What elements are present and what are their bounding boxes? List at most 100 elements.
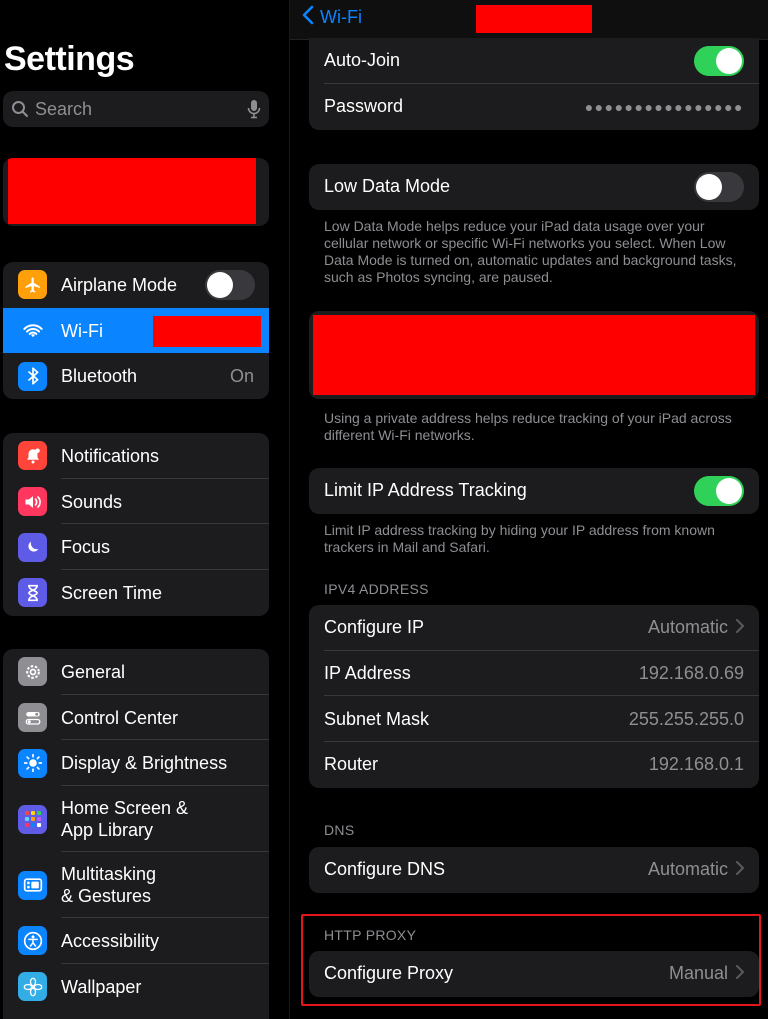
- sidebar-item-accessibility[interactable]: Accessibility: [3, 918, 269, 964]
- configure-dns-label: Configure DNS: [324, 859, 446, 880]
- chevron-right-icon: [736, 859, 745, 880]
- sidebar-item-label: General: [61, 661, 126, 682]
- limit-ip-toggle[interactable]: [694, 475, 744, 506]
- password-label: Password: [324, 96, 404, 117]
- toggle-knob: [716, 47, 742, 74]
- hourglass-icon: [18, 578, 47, 608]
- limit-ip-footnote: Limit IP address tracking by hiding your…: [324, 522, 715, 555]
- ip-address-row: IP Address 192.168.0.69: [309, 651, 759, 697]
- sidebar-item-label: Airplane Mode: [61, 274, 178, 295]
- router-value: 192.168.0.1: [648, 754, 744, 775]
- ipv4-card: Configure IP Automatic IP Address 192.16…: [309, 605, 759, 788]
- sidebar-item-label: Screen Time: [61, 582, 163, 603]
- sidebar-item-wifi[interactable]: Wi-Fi: [3, 307, 269, 354]
- sidebar: Settings Search Airplane Mode Wi-Fi Blue…: [0, 0, 288, 1019]
- sidebar-item-wallpaper[interactable]: Wallpaper: [3, 964, 269, 1010]
- low-data-row: Low Data Mode: [309, 164, 759, 210]
- proxy-highlight-box: [301, 914, 761, 1006]
- ip-address-value: 192.168.0.69: [638, 663, 744, 684]
- bluetooth-icon: [18, 361, 47, 391]
- sidebar-item-display-brightness[interactable]: Display & Brightness: [3, 740, 269, 787]
- label-line-1: Multitasking: [61, 864, 157, 885]
- sidebar-item-home-screen[interactable]: Home Screen & App Library: [3, 786, 269, 853]
- configure-dns-value: Automatic: [647, 859, 728, 880]
- router-row: Router 192.168.0.1: [309, 742, 759, 788]
- airplane-icon: [18, 270, 47, 300]
- accessibility-icon: [18, 926, 47, 956]
- apple-id-card[interactable]: [3, 158, 269, 226]
- airplane-mode-toggle[interactable]: [205, 269, 255, 300]
- low-data-footnote: Low Data Mode helps reduce your iPad dat…: [324, 218, 737, 285]
- ipv4-header: IPV4 ADDRESS: [324, 581, 429, 597]
- sidebar-item-label: Display & Brightness: [61, 753, 228, 774]
- app-grid-icon: [18, 804, 47, 834]
- password-dots: ●●●●●●●●●●●●●●●●: [584, 98, 744, 115]
- multitask-icon: [18, 870, 47, 900]
- private-address-card[interactable]: [309, 311, 759, 399]
- wifi-detail-pane: Wi-Fi Auto-Join Password ●●●●●●●●●●●●●●●…: [289, 0, 768, 1019]
- sidebar-item-sounds[interactable]: Sounds: [3, 479, 269, 525]
- auto-join-toggle[interactable]: [694, 45, 744, 76]
- chevron-right-icon: [736, 617, 745, 638]
- configure-dns-row[interactable]: Configure DNS Automatic: [309, 847, 759, 893]
- bell-icon: [18, 441, 47, 471]
- subnet-mask-label: Subnet Mask: [324, 708, 430, 729]
- redacted-private-address: [313, 315, 755, 395]
- password-row[interactable]: Password ●●●●●●●●●●●●●●●●: [309, 84, 759, 130]
- connectivity-group: Airplane Mode Wi-Fi Bluetooth On: [3, 262, 269, 400]
- router-label: Router: [324, 754, 379, 775]
- private-address-footnote: Using a private address helps reduce tra…: [324, 410, 732, 443]
- wifi-icon: [18, 316, 47, 346]
- flower-icon: [18, 972, 47, 1002]
- auto-join-row: Auto-Join: [309, 38, 759, 84]
- sidebar-item-label: Accessibility: [61, 930, 160, 951]
- sun-icon: [18, 748, 47, 778]
- redacted-network-title: [476, 5, 592, 33]
- limit-ip-label: Limit IP Address Tracking: [324, 480, 527, 501]
- navigation-bar: Wi-Fi: [290, 0, 768, 40]
- sidebar-item-label: Multitasking & Gestures: [61, 863, 269, 907]
- search-placeholder[interactable]: Search: [35, 99, 247, 120]
- sidebar-item-notifications[interactable]: Notifications: [3, 433, 269, 479]
- toggle-knob: [696, 173, 722, 200]
- low-data-card: Low Data Mode: [309, 164, 759, 210]
- sidebar-item-label: Wallpaper: [61, 976, 142, 997]
- back-label: Wi-Fi: [320, 7, 362, 27]
- sidebar-item-multitasking[interactable]: Multitasking & Gestures: [3, 852, 269, 919]
- bluetooth-status: On: [229, 365, 254, 386]
- sidebar-item-label: Bluetooth: [61, 366, 138, 387]
- low-data-toggle[interactable]: [694, 171, 744, 202]
- sidebar-item-control-center[interactable]: Control Center: [3, 695, 269, 741]
- sidebar-item-airplane-mode[interactable]: Airplane Mode: [3, 262, 269, 308]
- gear-icon: [18, 657, 47, 687]
- label-line-2: & Gestures: [61, 886, 152, 907]
- ip-address-label: IP Address: [324, 663, 411, 684]
- switches-icon: [18, 703, 47, 733]
- search-icon: [11, 100, 29, 118]
- notifications-group: Notifications Sounds Focus Screen Time: [3, 433, 269, 616]
- back-button[interactable]: Wi-Fi: [302, 5, 362, 30]
- toggle-knob: [716, 477, 742, 504]
- sidebar-item-general[interactable]: General: [3, 649, 269, 695]
- sidebar-item-label: Focus: [61, 537, 111, 558]
- sidebar-item-screen-time[interactable]: Screen Time: [3, 570, 269, 616]
- auto-join-label: Auto-Join: [324, 50, 401, 71]
- limit-ip-card: Limit IP Address Tracking: [309, 468, 759, 514]
- redacted-network-name: [153, 315, 261, 347]
- configure-ip-value: Automatic: [647, 617, 728, 638]
- dns-card: Configure DNS Automatic: [309, 847, 759, 893]
- auto-join-card: Auto-Join Password ●●●●●●●●●●●●●●●●: [309, 38, 759, 130]
- redacted-profile: [8, 158, 256, 224]
- toggle-knob: [207, 271, 233, 298]
- configure-ip-row[interactable]: Configure IP Automatic: [309, 605, 759, 651]
- subnet-mask-row: Subnet Mask 255.255.255.0: [309, 696, 759, 743]
- microphone-icon[interactable]: [247, 99, 261, 119]
- dns-header: DNS: [324, 822, 355, 838]
- sidebar-item-focus[interactable]: Focus: [3, 524, 269, 571]
- search-field[interactable]: Search: [3, 91, 269, 127]
- sidebar-item-bluetooth[interactable]: Bluetooth On: [3, 353, 269, 399]
- sidebar-item-label: Sounds: [61, 491, 123, 512]
- limit-ip-row: Limit IP Address Tracking: [309, 468, 759, 514]
- sidebar-title: Settings: [4, 40, 135, 78]
- moon-icon: [18, 532, 47, 562]
